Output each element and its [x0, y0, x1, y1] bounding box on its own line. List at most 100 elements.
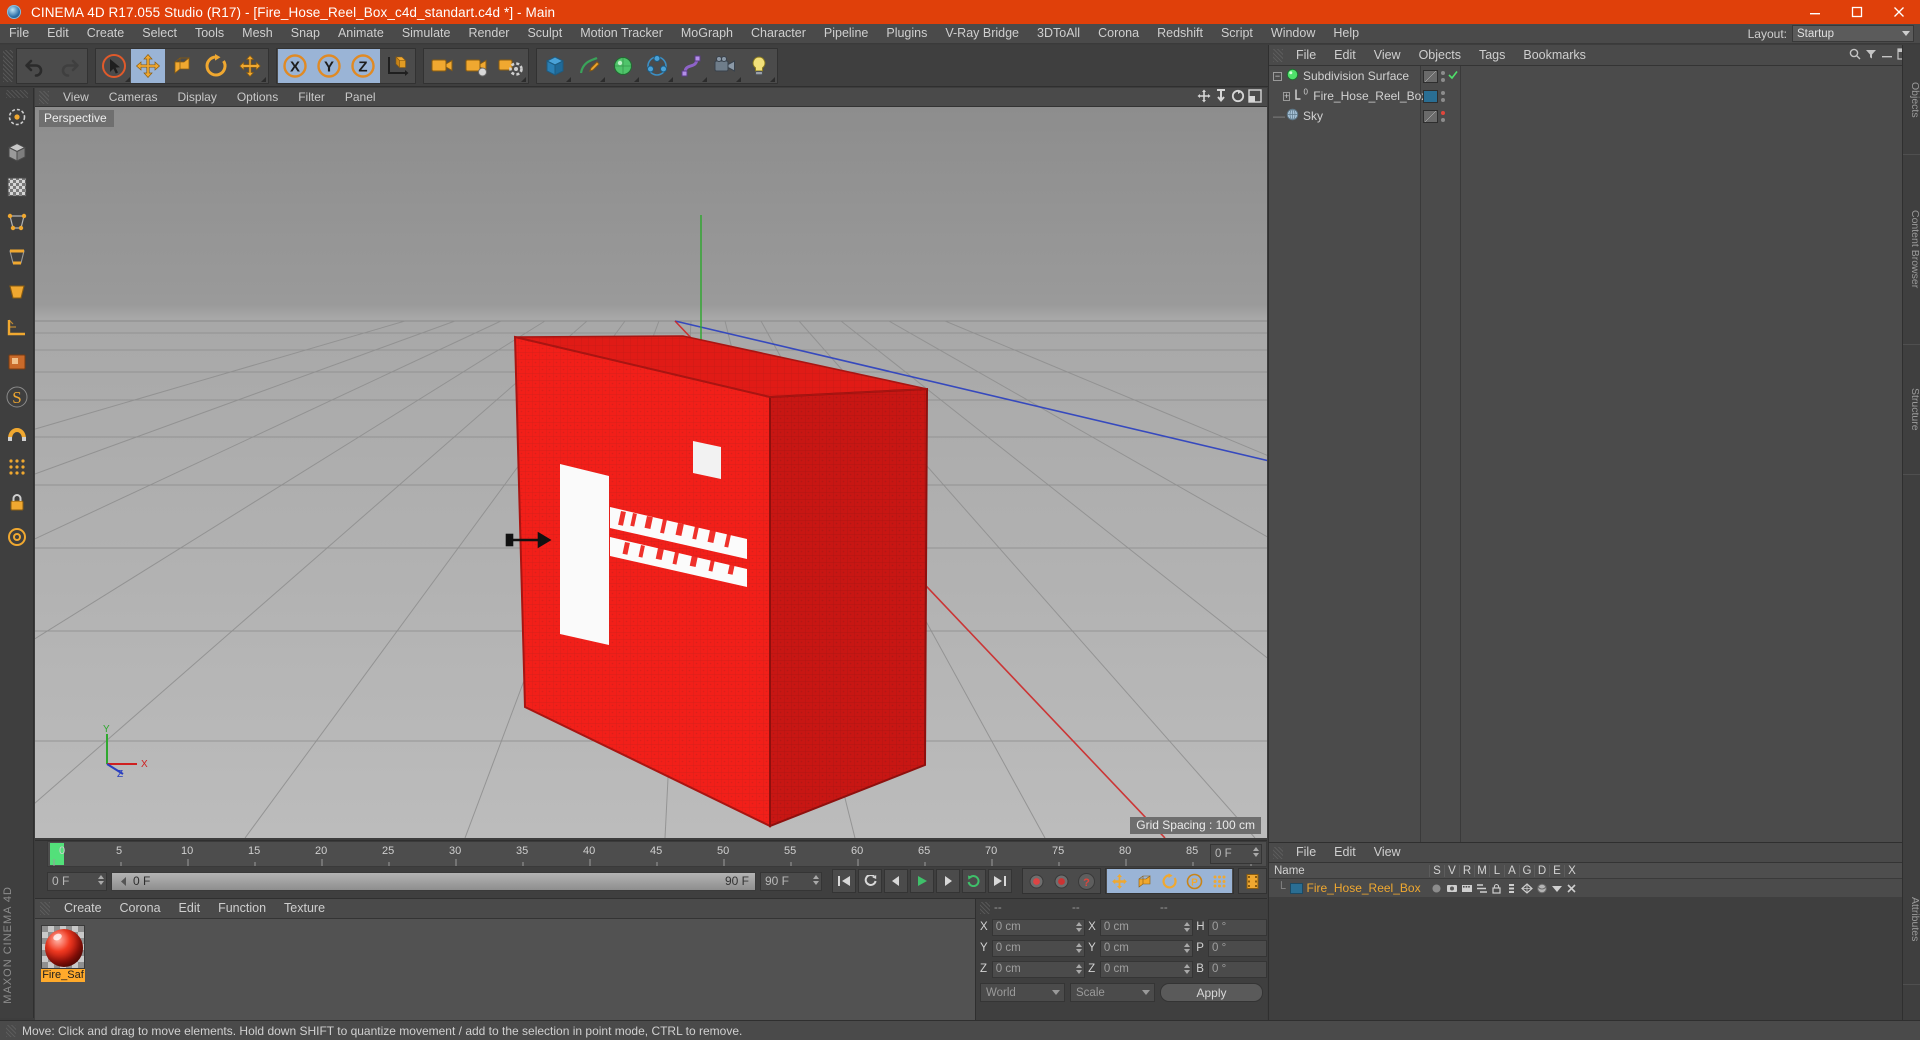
object-menu-view[interactable]: View	[1365, 46, 1410, 65]
render-picture-viewer-icon[interactable]	[459, 49, 493, 83]
search-icon[interactable]	[1849, 48, 1861, 63]
rotate-view-icon[interactable]	[1231, 89, 1245, 106]
position-key-icon[interactable]	[1107, 869, 1132, 893]
timeline-current-frame-field[interactable]: 0 F	[1210, 844, 1262, 864]
viewport-menu-options[interactable]: Options	[227, 88, 288, 106]
viewport-menu-cameras[interactable]: Cameras	[99, 88, 168, 106]
viewport-menu-panel[interactable]: Panel	[335, 88, 386, 106]
rotate-icon[interactable]	[199, 49, 233, 83]
record-active-objects-icon[interactable]	[1024, 869, 1049, 893]
visibility-dots[interactable]	[1441, 70, 1445, 82]
sky-tag-icon[interactable]	[1423, 109, 1438, 123]
move-icon[interactable]	[131, 48, 165, 83]
minimize-panel-icon[interactable]	[1881, 48, 1893, 63]
material-menu-corona[interactable]: Corona	[111, 899, 170, 918]
object-menu-tags[interactable]: Tags	[1470, 46, 1514, 65]
menu-pipeline[interactable]: Pipeline	[815, 24, 877, 43]
object-tree[interactable]: − Subdivision Surface + 0 Fire_Hose_Reel…	[1269, 66, 1427, 842]
coord-field-pos-z[interactable]: 0 cm	[991, 960, 1086, 978]
timeline-scrubber[interactable]: 0 F 90 F	[111, 871, 756, 891]
spline-pen-icon[interactable]	[572, 49, 606, 83]
spinner-icon[interactable]	[1253, 847, 1259, 857]
deformer-icon[interactable]	[674, 49, 708, 83]
menu-render[interactable]: Render	[459, 24, 518, 43]
structure-menu-file[interactable]: File	[1287, 843, 1325, 862]
minimize-icon[interactable]	[1794, 0, 1836, 24]
cube-icon[interactable]	[538, 49, 572, 83]
move-view-icon[interactable]	[1197, 89, 1211, 106]
point-mode-icon[interactable]	[2, 205, 32, 239]
cell-e-cap-icon[interactable]	[1549, 883, 1564, 894]
scale-icon[interactable]	[165, 49, 199, 83]
coord-system-dropdown[interactable]: World	[980, 983, 1065, 1002]
x-axis-icon[interactable]: X	[278, 48, 312, 83]
coord-field-rot-h[interactable]: 0 °	[1207, 918, 1267, 936]
structure-row[interactable]: └ Fire_Hose_Reel_Box	[1269, 879, 1913, 897]
object-menu-file[interactable]: File	[1287, 46, 1325, 65]
enable-axis-icon[interactable]: S	[2, 380, 32, 414]
prev-key-icon[interactable]	[858, 869, 882, 893]
menu-file[interactable]: File	[0, 24, 38, 43]
structure-menu-view[interactable]: View	[1365, 843, 1410, 862]
autokeying-icon[interactable]	[1049, 869, 1074, 893]
prev-frame-icon[interactable]	[884, 869, 908, 893]
goto-start-icon[interactable]	[832, 869, 856, 893]
viewport-solo-icon[interactable]	[2, 345, 32, 379]
object-row-fire-hose-reel-box[interactable]: + 0 Fire_Hose_Reel_Box	[1269, 86, 1427, 106]
object-row-subdivision-surface[interactable]: − Subdivision Surface	[1269, 66, 1420, 86]
scale-key-icon[interactable]	[1132, 869, 1157, 893]
object-manager-grip[interactable]	[1273, 48, 1283, 62]
snap-magnet-icon[interactable]	[2, 415, 32, 449]
menu-select[interactable]: Select	[133, 24, 186, 43]
tab-objects[interactable]: Objects	[1903, 45, 1920, 155]
spinner-icon[interactable]	[1184, 942, 1191, 953]
loop-icon[interactable]	[962, 869, 986, 893]
camera-icon[interactable]	[708, 49, 742, 83]
menu-vray-bridge[interactable]: V-Ray Bridge	[936, 24, 1028, 43]
status-bar-grip[interactable]	[6, 1024, 16, 1037]
menu-help[interactable]: Help	[1324, 24, 1368, 43]
pla-key-icon[interactable]	[1207, 869, 1232, 893]
menu-plugins[interactable]: Plugins	[877, 24, 936, 43]
workplane-lock-icon[interactable]	[2, 520, 32, 554]
menu-redshift[interactable]: Redshift	[1148, 24, 1212, 43]
viewport-menu-view[interactable]: View	[53, 88, 99, 106]
cell-r-render-icon[interactable]	[1459, 883, 1474, 894]
move-axis-icon[interactable]	[233, 49, 267, 83]
maximize-icon[interactable]	[1836, 0, 1878, 24]
menu-mograph[interactable]: MoGraph	[672, 24, 742, 43]
material-menu-texture[interactable]: Texture	[275, 899, 334, 918]
edge-mode-icon[interactable]	[2, 240, 32, 274]
filter-icon[interactable]	[1865, 48, 1877, 63]
layout-dropdown[interactable]: Startup	[1792, 25, 1914, 42]
apply-button[interactable]: Apply	[1160, 983, 1263, 1002]
visibility-dots[interactable]	[1441, 110, 1445, 122]
next-frame-icon[interactable]	[936, 869, 960, 893]
menu-character[interactable]: Character	[742, 24, 815, 43]
left-palette-grip[interactable]	[5, 90, 28, 98]
menu-simulate[interactable]: Simulate	[393, 24, 460, 43]
cell-l-lock-icon[interactable]	[1489, 883, 1504, 894]
material-menu-function[interactable]: Function	[209, 899, 275, 918]
spinner-icon[interactable]	[1184, 963, 1191, 974]
coord-field-size-z[interactable]: 0 cm	[1099, 960, 1194, 978]
viewport-canvas[interactable]: Perspective Y X Z Grid Spacing: 100 cm	[35, 107, 1267, 838]
keyframe-help-icon[interactable]: ?	[1074, 869, 1099, 893]
menu-corona[interactable]: Corona	[1089, 24, 1148, 43]
material-menu-edit[interactable]: Edit	[170, 899, 210, 918]
coordinate-manager-grip[interactable]	[980, 902, 990, 914]
tag-row-sky[interactable]	[1421, 106, 1460, 126]
tag-row-subdivision-surface[interactable]	[1421, 66, 1460, 86]
expander-expand-icon[interactable]: +	[1283, 91, 1291, 101]
world-object-axis-icon[interactable]	[380, 49, 414, 83]
object-row-sky[interactable]: — Sky	[1269, 106, 1420, 126]
maximize-view-icon[interactable]	[1248, 88, 1262, 106]
tag-row-fire-hose-reel-box[interactable]	[1421, 86, 1460, 106]
tab-attributes[interactable]: Attributes	[1903, 855, 1920, 985]
display-tag-icon[interactable]	[1423, 69, 1438, 83]
workplane-icon[interactable]	[2, 310, 32, 344]
rotation-key-icon[interactable]	[1157, 869, 1182, 893]
spinner-icon[interactable]	[813, 874, 819, 885]
render-view-icon[interactable]	[425, 49, 459, 83]
timeline-icon[interactable]	[1240, 869, 1265, 893]
